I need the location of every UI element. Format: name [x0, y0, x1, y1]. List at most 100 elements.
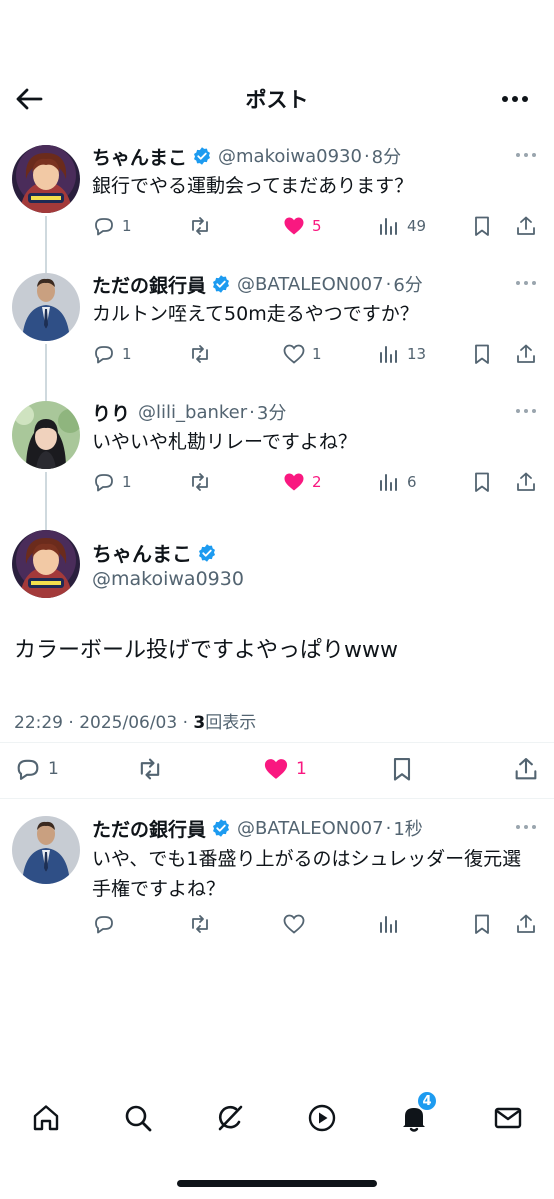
grok-icon — [218, 1105, 243, 1131]
like-button[interactable]: 2 — [282, 468, 322, 496]
share-button[interactable] — [514, 468, 538, 496]
bookmark-button[interactable] — [470, 340, 494, 368]
tweet-header: ちゃんまこ @makoiwa0930 · 8分 — [92, 142, 504, 170]
views-button[interactable] — [377, 910, 401, 938]
share-icon — [517, 216, 535, 235]
mail-icon — [494, 1107, 522, 1129]
post-timestamp[interactable]: 22:29 · 2025/06/03 · — [14, 713, 193, 733]
reply-button[interactable]: 1 — [14, 754, 59, 784]
avatar[interactable] — [12, 530, 80, 598]
tweet-actions: 1 2 6 — [92, 468, 540, 496]
bottom-nav: 4 — [0, 1088, 554, 1148]
views-chart-icon — [380, 218, 397, 235]
views-count: 13 — [407, 345, 427, 363]
views-chart-icon — [380, 474, 397, 491]
bookmark-icon — [475, 472, 489, 492]
display-name[interactable]: ただの銀行員 — [92, 815, 206, 842]
home-indicator[interactable] — [177, 1180, 377, 1187]
nav-search[interactable] — [116, 1096, 160, 1140]
share-button[interactable] — [514, 910, 538, 938]
avatar[interactable] — [12, 145, 80, 213]
reply-tweet[interactable]: りり @lili_banker · 3分 いやいや札勘リレーですよね？ 1 2 … — [0, 398, 554, 532]
main-tweet-text: カラーボール投げですよやっぱりwww — [14, 638, 398, 663]
nav-messages[interactable] — [486, 1096, 530, 1140]
reply-tweet[interactable]: ただの銀行員 @BATALEON007 · 1秒 いや、でも1番盛り上がるのはシ… — [0, 814, 554, 944]
handle[interactable]: @lili_banker — [138, 402, 247, 423]
like-count: 5 — [312, 217, 322, 235]
repost-button[interactable] — [136, 754, 164, 784]
reply-button[interactable] — [92, 910, 116, 938]
handle[interactable]: @BATALEON007 — [237, 818, 384, 839]
more-options-icon[interactable] — [498, 86, 532, 112]
reply-tweet[interactable]: ただの銀行員 @BATALEON007 · 6分 カルトン咥えて50m走るやつで… — [0, 270, 554, 404]
display-name[interactable]: りり — [92, 399, 130, 426]
tweet-more-icon[interactable] — [514, 404, 538, 418]
bookmark-icon — [393, 758, 411, 781]
reply-count: 1 — [122, 345, 132, 363]
tweet-actions: 1 5 49 — [92, 212, 540, 240]
bookmark-button[interactable] — [470, 212, 494, 240]
share-icon — [517, 914, 535, 933]
views-button[interactable]: 6 — [377, 468, 417, 496]
repost-button[interactable] — [188, 340, 212, 368]
like-count: 1 — [296, 759, 307, 779]
separator-dot: · — [249, 401, 255, 423]
avatar[interactable] — [12, 273, 80, 341]
views-count: 6 — [407, 473, 417, 491]
repost-button[interactable] — [188, 910, 212, 938]
repost-icon — [192, 217, 208, 235]
tweet-more-icon[interactable] — [514, 148, 538, 162]
like-button[interactable] — [282, 910, 306, 938]
reply-button[interactable]: 1 — [92, 212, 132, 240]
tweet-more-icon[interactable] — [514, 820, 538, 834]
avatar[interactable] — [12, 401, 80, 469]
timestamp[interactable]: 1秒 — [393, 815, 422, 841]
share-button[interactable] — [514, 340, 538, 368]
tweet-text: カルトン咥えて50m走るやつですか？ — [92, 303, 419, 325]
bookmark-button[interactable] — [470, 910, 494, 938]
separator-dot: · — [385, 817, 392, 839]
nav-grok[interactable] — [208, 1096, 252, 1140]
avatar[interactable] — [12, 816, 80, 884]
nav-video[interactable] — [300, 1096, 344, 1140]
heart-filled-icon — [264, 759, 288, 779]
nav-home[interactable] — [24, 1096, 68, 1140]
reply-button[interactable]: 1 — [92, 468, 132, 496]
display-name[interactable]: ちゃんまこ — [92, 538, 192, 567]
bookmark-icon — [475, 914, 489, 934]
views-button[interactable]: 13 — [377, 340, 426, 368]
like-button[interactable]: 1 — [262, 754, 307, 784]
handle[interactable]: @makoiwa0930 — [218, 146, 362, 167]
verified-badge-icon — [194, 147, 211, 165]
repost-button[interactable] — [188, 468, 212, 496]
timestamp[interactable]: 3分 — [257, 399, 286, 425]
divider — [0, 798, 554, 799]
share-button[interactable] — [512, 754, 540, 784]
views-button[interactable]: 49 — [377, 212, 426, 240]
display-name[interactable]: ちゃんまこ — [92, 143, 187, 170]
bookmark-button[interactable] — [470, 468, 494, 496]
handle[interactable]: @makoiwa0930 — [92, 568, 244, 590]
display-name[interactable]: ただの銀行員 — [92, 271, 206, 298]
views-chart-icon — [380, 916, 397, 933]
repost-button[interactable] — [188, 212, 212, 240]
reply-tweet[interactable]: ちゃんまこ @makoiwa0930 · 8分 銀行でやる運動会ってまだあります… — [0, 142, 554, 276]
reply-icon — [95, 916, 113, 934]
tweet-more-icon[interactable] — [514, 276, 538, 290]
nav-notifications[interactable]: 4 — [392, 1090, 438, 1140]
share-button[interactable] — [514, 212, 538, 240]
reply-button[interactable]: 1 — [92, 340, 132, 368]
separator-dot: · — [385, 273, 392, 295]
like-button[interactable]: 5 — [282, 212, 322, 240]
handle[interactable]: @BATALEON007 — [237, 274, 384, 295]
tweet-header: りり @lili_banker · 3分 — [92, 398, 504, 426]
bookmark-button[interactable] — [388, 754, 416, 784]
like-button[interactable]: 1 — [282, 340, 322, 368]
timestamp[interactable]: 6分 — [393, 271, 422, 297]
tweet-text: 銀行でやる運動会ってまだあります？ — [92, 175, 414, 197]
reply-icon — [95, 474, 113, 492]
tweet-header: ただの銀行員 @BATALEON007 · 6分 — [92, 270, 504, 298]
tweet-text: いやいや札勘リレーですよね？ — [92, 431, 357, 453]
timestamp[interactable]: 8分 — [372, 143, 401, 169]
main-tweet-meta: 22:29 · 2025/06/03 · 3回表示 — [14, 708, 256, 733]
